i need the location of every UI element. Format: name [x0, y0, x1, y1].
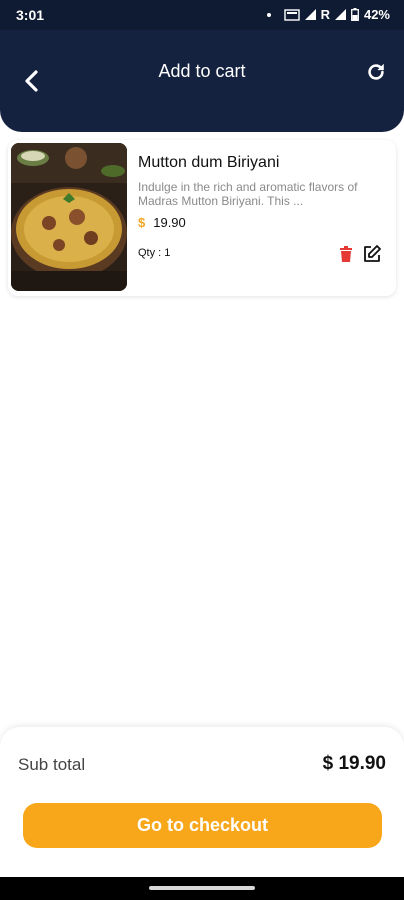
roaming-indicator: R: [320, 7, 330, 22]
status-icons: R 42%: [266, 7, 390, 22]
currency-symbol: $: [138, 215, 146, 230]
subtotal-label: Sub total: [18, 755, 86, 774]
food-image: [11, 143, 127, 291]
edit-button[interactable]: [362, 244, 382, 264]
page-title: Add to cart: [158, 61, 246, 81]
subtotal-value: $ 19.90: [322, 753, 386, 774]
price-row: $ 19.90: [138, 215, 186, 230]
item-price: 19.90: [153, 215, 186, 230]
edit-icon: [364, 245, 381, 262]
biriyani-image: [11, 143, 127, 291]
item-quantity: Qty : 1: [138, 247, 171, 259]
signal-icon-2: [334, 9, 346, 20]
checkout-panel: Sub total $ 19.90 Go to checkout: [0, 727, 404, 877]
checkout-button[interactable]: Go to checkout: [23, 803, 382, 848]
item-description: Indulge in the rich and aromatic flavors…: [138, 180, 358, 208]
battery-percent: 42%: [363, 7, 390, 22]
system-nav-bar: [0, 877, 404, 900]
item-name: Mutton dum Biriyani: [138, 154, 280, 171]
cart-item-card[interactable]: Mutton dum Biriyani Indulge in the rich …: [8, 140, 396, 296]
delete-button[interactable]: [337, 245, 355, 263]
battery-icon: [351, 8, 359, 21]
home-indicator[interactable]: [149, 886, 255, 890]
signal-icon: [304, 9, 316, 20]
status-bar: 3:01 R 42%: [0, 0, 404, 30]
app-header: Add to cart: [0, 30, 404, 132]
trash-icon: [340, 246, 352, 262]
refresh-icon: [368, 63, 384, 80]
notification-dot-icon: [266, 12, 271, 17]
wifi-call-icon: [283, 8, 300, 21]
status-time: 3:01: [16, 7, 45, 23]
refresh-button[interactable]: [362, 58, 390, 86]
